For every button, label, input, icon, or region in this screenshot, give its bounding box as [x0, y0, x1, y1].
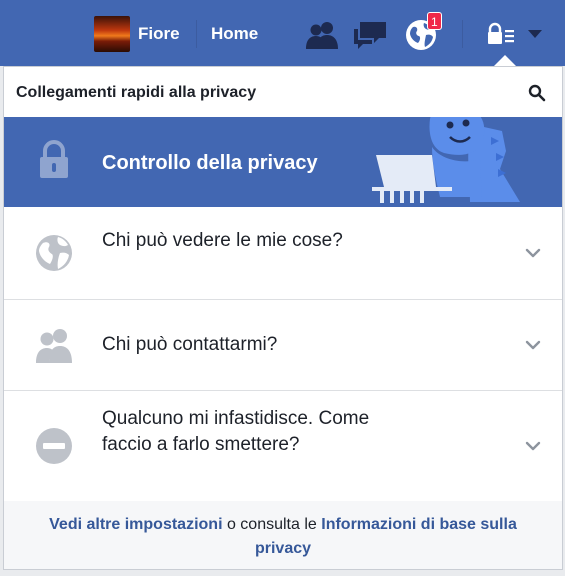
footer-text: Vedi altre impostazioni o consulta le In…	[24, 513, 542, 561]
panel-caret	[494, 55, 516, 66]
privacy-item-block-someone[interactable]: Qualcuno mi infastidisce. Come faccio a …	[4, 390, 562, 502]
privacy-dinosaur-illustration	[372, 117, 520, 203]
chevron-down-icon[interactable]	[525, 440, 541, 452]
lock-icon	[40, 140, 68, 178]
chevron-down-icon[interactable]	[525, 247, 541, 259]
avatar[interactable]	[94, 16, 130, 52]
block-icon	[36, 428, 72, 464]
privacy-checkup-label: Controllo della privacy	[102, 152, 318, 174]
panel-title: Collegamenti rapidi alla privacy	[16, 84, 257, 101]
privacy-shortcut-icon[interactable]	[486, 22, 516, 46]
privacy-item-label: Chi può vedere le mie cose?	[102, 230, 343, 251]
home-link[interactable]: Home	[211, 24, 258, 44]
globe-icon	[36, 235, 72, 271]
footer-connector-text: o consulta le	[222, 516, 322, 533]
people-icon	[36, 329, 72, 363]
privacy-item-label: Qualcuno mi infastidisce. Come faccio a …	[102, 408, 370, 455]
notification-badge: 1	[427, 12, 442, 30]
dropdown-arrow-icon[interactable]	[527, 28, 543, 40]
privacy-item-who-can-see[interactable]: Chi può vedere le mie cose?	[4, 207, 562, 300]
divider	[462, 20, 463, 48]
panel-footer: Vedi altre impostazioni o consulta le In…	[4, 501, 562, 569]
search-icon[interactable]	[528, 84, 546, 102]
friends-icon[interactable]	[304, 20, 340, 50]
panel-header: Collegamenti rapidi alla privacy	[4, 67, 562, 118]
privacy-item-who-can-contact[interactable]: Chi può contattarmi?	[4, 299, 562, 391]
divider	[196, 20, 197, 48]
privacy-shortcuts-panel: Collegamenti rapidi alla privacy Control…	[3, 66, 563, 570]
messages-icon[interactable]	[352, 20, 388, 50]
privacy-checkup-banner[interactable]: Controllo della privacy	[4, 117, 562, 207]
top-navigation-bar: Fiore Home 1	[0, 0, 565, 66]
more-settings-link[interactable]: Vedi altre impostazioni	[49, 516, 222, 533]
privacy-item-label: Chi può contattarmi?	[102, 334, 278, 355]
chevron-down-icon[interactable]	[525, 339, 541, 351]
profile-link[interactable]: Fiore	[138, 24, 180, 44]
